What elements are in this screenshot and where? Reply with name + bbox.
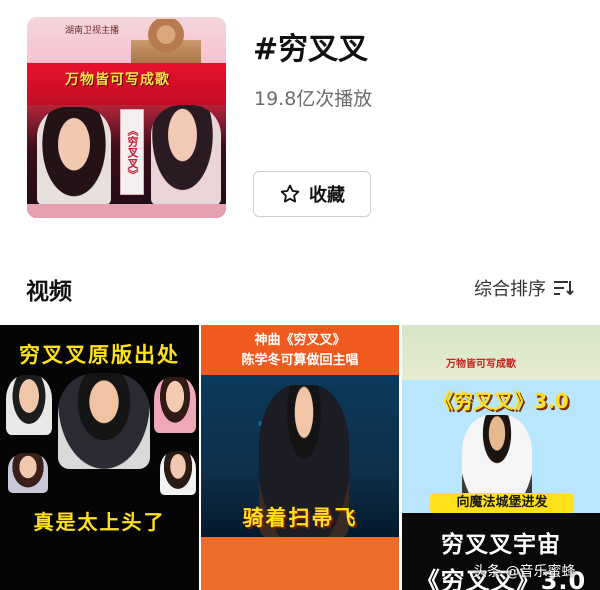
cover-bottom-strip xyxy=(27,204,226,218)
video-3-pill-caption: 向魔法城堡进发 xyxy=(430,493,574,513)
video-1-person xyxy=(8,453,48,493)
video-1-top-text: 穷叉叉原版出处 xyxy=(19,343,180,367)
watermark: 头条 @音乐蜜蜂 xyxy=(473,564,576,580)
video-2-header-line-1: 神曲《穷叉叉》 xyxy=(254,333,346,348)
video-2-bottom-band xyxy=(201,537,399,590)
tag-title: #穷叉叉 xyxy=(253,32,369,67)
video-1-person xyxy=(6,375,52,435)
tag-cover-image[interactable]: 湖南卫视主播 万物皆可写成歌 《穷叉叉》 xyxy=(27,17,226,218)
video-1-person xyxy=(154,377,196,433)
video-3-top-scene xyxy=(402,325,600,380)
video-1-bottom-text: 真是太上头了 xyxy=(33,510,166,534)
sort-icon xyxy=(554,281,574,296)
sort-control[interactable]: 综合排序 xyxy=(474,275,574,301)
video-3-banner: 万物皆可写成歌 xyxy=(446,359,516,370)
play-count: 19.8亿次播放 xyxy=(254,88,373,110)
sort-label: 综合排序 xyxy=(474,279,546,300)
video-2-header-line-2: 陈学冬可算做回主唱 xyxy=(241,353,359,368)
cover-face-right xyxy=(151,105,221,205)
cover-vertical-title: 《穷叉叉》 xyxy=(120,109,144,195)
video-2-caption: 骑着扫帚飞 xyxy=(242,506,358,530)
cover-top-label: 湖南卫视主播 xyxy=(65,26,120,36)
video-card-2[interactable]: 神曲《穷叉叉》 陈学冬可算做回主唱 骑着扫帚飞 xyxy=(201,325,399,590)
video-1-person xyxy=(160,451,196,495)
video-card-1[interactable]: 穷叉叉原版出处 真是太上头了 xyxy=(0,325,199,590)
video-1-main-singer xyxy=(58,373,150,469)
favorite-button[interactable]: 收藏 xyxy=(253,171,371,217)
favorite-label: 收藏 xyxy=(309,185,345,206)
section-title-videos: 视频 xyxy=(26,279,72,305)
video-card-3[interactable]: 万物皆可写成歌 《穷叉叉》3.0 向魔法城堡进发 穷叉叉宇宙 《穷叉叉》3.0 xyxy=(402,325,600,590)
video-3-bottom-line-1: 穷叉叉宇宙 xyxy=(441,532,561,558)
star-outline-icon xyxy=(280,184,300,203)
cover-banner-text: 万物皆可写成歌 xyxy=(65,72,170,88)
video-3-title: 《穷叉叉》3.0 xyxy=(433,389,569,413)
cover-face-left xyxy=(37,107,111,205)
